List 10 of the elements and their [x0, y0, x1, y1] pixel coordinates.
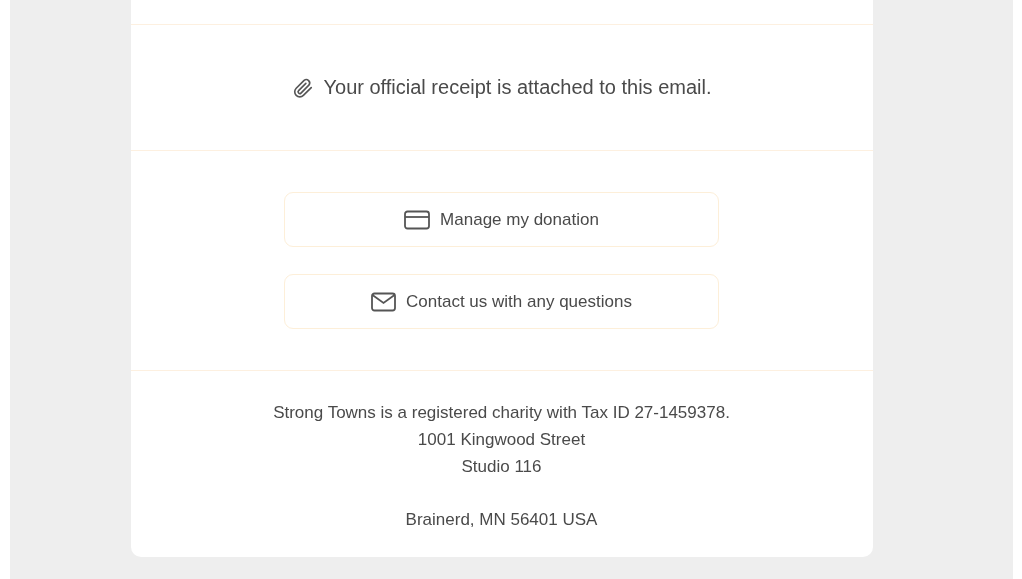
receipt-note: Your official receipt is attached to this email.	[323, 76, 712, 99]
action-button[interactable]: Manage my donation	[284, 192, 719, 247]
credit-card-icon	[404, 209, 431, 230]
paperclip-icon	[291, 76, 314, 99]
envelope-icon	[371, 291, 397, 312]
action-button[interactable]: Contact us with any questions	[284, 274, 719, 329]
address-line: Studio 116	[461, 456, 542, 478]
address-line: 1001 Kingwood Street	[417, 429, 586, 451]
city-line: Brainerd, MN 56401 USA	[405, 509, 598, 531]
charity-line: Strong Towns is a registered charity with Tax ID 27-1459378.	[273, 402, 730, 424]
